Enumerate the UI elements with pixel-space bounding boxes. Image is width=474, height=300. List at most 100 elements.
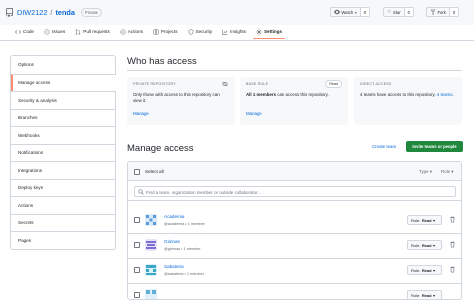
chevron-down-icon: ▾: [433, 267, 436, 273]
role-value: Read: [421, 267, 432, 273]
tab-pull-requests[interactable]: Pull requests: [70, 24, 115, 39]
sidebar-item-secrets[interactable]: Secrets: [11, 213, 116, 232]
sidebar-item-notifications[interactable]: Notifications: [11, 143, 116, 162]
role-dropdown[interactable]: Role: Read ▾: [407, 290, 442, 299]
team-meta: @gimnas • 1 member: [164, 246, 201, 251]
tab-label: Security: [195, 29, 213, 34]
star-count[interactable]: 0: [403, 8, 414, 16]
fork-button[interactable]: Fork: [427, 8, 449, 16]
trash-icon[interactable]: [449, 241, 456, 248]
sidebar-item-webhooks[interactable]: Webhooks: [11, 126, 116, 144]
role-label: Role:: [411, 267, 421, 273]
row-checkbox[interactable]: [134, 267, 140, 273]
team-avatar: [145, 214, 157, 226]
sidebar-item-security-analysis[interactable]: Security & analysis: [11, 91, 116, 109]
team-name-link[interactable]: Sabateria: [164, 264, 184, 269]
eye-icon: [334, 9, 340, 15]
sidebar-item-branches[interactable]: Branches: [11, 108, 116, 127]
tab-code[interactable]: Code: [10, 24, 39, 39]
row-checkbox[interactable]: [134, 292, 140, 298]
role-label: Role:: [411, 292, 421, 298]
sidebar-item-integrations[interactable]: Integrations: [11, 161, 116, 179]
table-row: Gimnas @gimnas • 1 member Role: Read ▾: [128, 234, 461, 259]
sidebar-item-pages[interactable]: Pages: [11, 231, 116, 249]
watch-button[interactable]: Watch ▾: [331, 8, 360, 16]
role-value: Read: [421, 217, 432, 223]
row-checkbox[interactable]: [134, 242, 140, 248]
watch-button-group: Watch ▾ 0: [330, 7, 371, 17]
star-button-group: ☆ Star 0: [383, 7, 415, 17]
search-placeholder: Find a team, organization member or outs…: [146, 189, 261, 195]
create-team-link[interactable]: Create team: [372, 144, 396, 149]
row-checkbox[interactable]: [134, 217, 140, 223]
chevron-down-icon: ▾: [451, 168, 454, 174]
role-dropdown[interactable]: Role: Read ▾: [407, 265, 442, 275]
repo-title: DIW2122 / tenda Private: [5, 6, 102, 18]
tab-actions[interactable]: Actions: [115, 24, 148, 39]
manage-base-role-link[interactable]: Manage: [246, 111, 262, 116]
sidebar-item-actions[interactable]: Actions: [11, 196, 116, 214]
team-avatar: [145, 264, 157, 276]
section-divider: [127, 70, 462, 71]
role-dropdown[interactable]: Role: Read ▾: [407, 215, 442, 225]
repo-owner-link[interactable]: DIW2122: [17, 8, 47, 17]
watch-count[interactable]: 0: [359, 8, 370, 16]
tab-insights[interactable]: Insights: [217, 24, 251, 39]
card-label: PRIVATE REPOSITORY: [133, 82, 176, 86]
code-icon: [15, 29, 21, 34]
tab-security[interactable]: Security: [183, 24, 218, 39]
team-name-link[interactable]: Gimnas: [164, 239, 180, 244]
team-avatar: [145, 239, 157, 251]
trash-icon[interactable]: [449, 216, 456, 223]
members-count: All 1 members: [246, 92, 277, 97]
fork-count[interactable]: 0: [448, 8, 459, 16]
find-collaborator-input[interactable]: Find a team, organization member or outs…: [134, 185, 456, 197]
trash-icon[interactable]: [449, 266, 456, 273]
star-button[interactable]: ☆ Star: [384, 8, 404, 16]
card-description-end: .: [452, 92, 454, 97]
sidebar-item-options[interactable]: Options: [11, 56, 116, 74]
role-dropdown[interactable]: Role: Read ▾: [407, 240, 442, 250]
select-all-checkbox[interactable]: [134, 168, 140, 175]
chevron-down-icon: ▾: [429, 168, 432, 174]
tab-issues[interactable]: Issues: [39, 24, 70, 39]
role-value: Read: [421, 292, 432, 298]
tab-settings[interactable]: Settings: [251, 24, 287, 39]
sidebar-item-deploy-keys[interactable]: Deploy keys: [11, 178, 116, 197]
type-filter-dropdown[interactable]: Type ▾: [419, 169, 432, 175]
settings-sidebar: Options Manage access Security & analysi…: [10, 55, 116, 250]
repo-header: DIW2122 / tenda Private Watch ▾ 0 ☆ Star…: [0, 0, 474, 25]
tab-projects[interactable]: Projects: [148, 24, 183, 39]
repo-name-link[interactable]: tenda: [55, 8, 74, 17]
fork-label: Fork: [437, 9, 446, 15]
table-header: Select all Type ▾ Role ▾: [128, 162, 461, 181]
role-filter-dropdown[interactable]: Role ▾: [441, 169, 453, 175]
header-divider: [0, 40, 474, 41]
card-description-rest: can access this repository.: [276, 92, 329, 97]
team-name-link[interactable]: Academia: [164, 214, 184, 219]
role-label: Role:: [411, 217, 421, 223]
direct-access-card: DIRECT ACCESS 4 teams have access to thi…: [354, 77, 462, 125]
graph-icon: [222, 29, 228, 35]
star-icon: ☆: [387, 9, 392, 15]
tab-label: Actions: [127, 29, 143, 34]
search-row: Find a team, organization member or outs…: [128, 181, 461, 201]
tab-label: Pull requests: [83, 29, 110, 34]
base-role-badge: Read: [325, 80, 342, 88]
path-separator: /: [50, 7, 53, 17]
role-filter-label: Role: [441, 168, 451, 174]
table-row: Sabateria @sabateria • 1 member Role: Rea…: [128, 259, 461, 284]
card-description: Only those with access to this repositor…: [133, 92, 220, 104]
invite-teams-button[interactable]: Invite teams or people: [406, 141, 463, 152]
sidebar-item-manage-access[interactable]: Manage access: [11, 73, 116, 91]
team-meta: @sabateria • 1 member: [164, 271, 205, 276]
who-has-access-heading: Who has access: [127, 56, 197, 67]
chevron-down-icon: ▾: [354, 9, 357, 15]
tab-label: Insights: [230, 29, 246, 34]
manage-visibility-link[interactable]: Manage: [133, 111, 149, 116]
teams-link[interactable]: 4 teams: [437, 92, 453, 97]
card-description: All 1 members can access this repository…: [246, 92, 342, 98]
table-row: Role: Read ▾: [128, 284, 461, 299]
eye-closed-icon: [222, 81, 228, 87]
role-label: Role:: [411, 242, 421, 248]
